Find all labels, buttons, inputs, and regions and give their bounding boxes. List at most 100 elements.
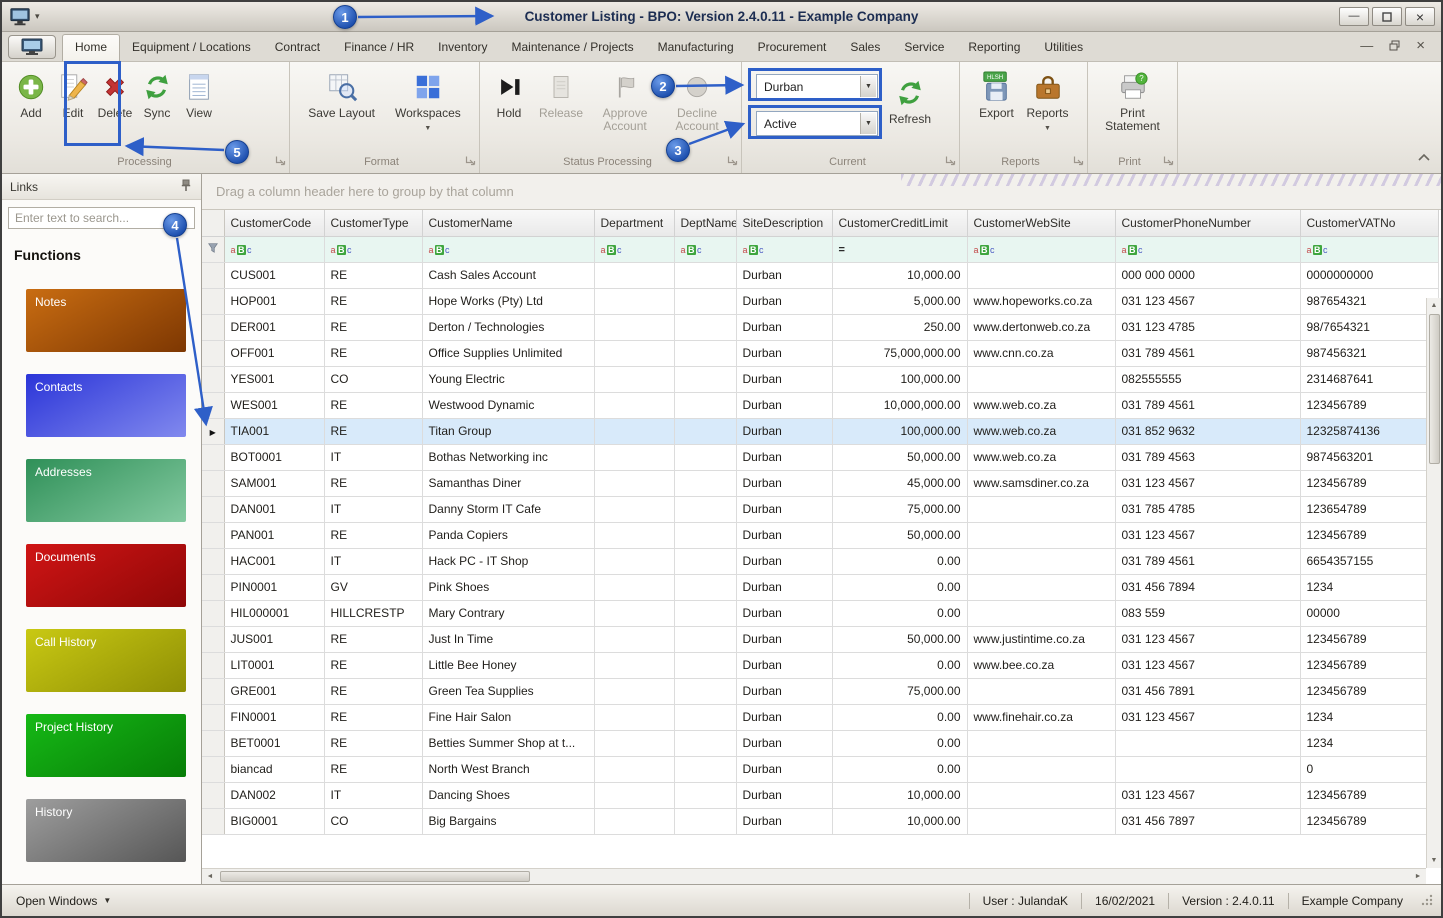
cell-customername[interactable]: Westwood Dynamic [422, 392, 595, 419]
table-row[interactable]: DER001 RE Derton / Technologies Durban 250.0… [202, 314, 1439, 341]
cell-customercode[interactable]: GRE001 [224, 678, 325, 705]
cell-customervatno[interactable]: 1234 [1300, 730, 1439, 757]
row-indicator[interactable] [202, 782, 225, 809]
cell-deptname[interactable] [674, 652, 737, 679]
table-row[interactable]: PAN001 RE Panda Copiers Durban 50,000.00 031 … [202, 522, 1439, 549]
cell-customercode[interactable]: BIG0001 [224, 808, 325, 835]
cell-customervatno[interactable]: 9874563201 [1300, 444, 1439, 471]
cell-customervatno[interactable]: 0000000000 [1300, 262, 1439, 289]
cell-sitedescription[interactable]: Durban [736, 678, 833, 705]
row-indicator[interactable] [202, 600, 225, 627]
mdi-minimize-icon[interactable]: — [1360, 39, 1373, 52]
application-menu-button[interactable] [8, 35, 56, 59]
cell-customerwebsite[interactable]: www.cnn.co.za [967, 340, 1116, 367]
add-button[interactable]: Add [10, 65, 52, 123]
cell-customerphonenumber[interactable]: 031 456 7894 [1115, 574, 1301, 601]
cell-customername[interactable]: Titan Group [422, 418, 595, 445]
table-row[interactable]: OFF001 RE Office Supplies Unlimited Durban 7… [202, 340, 1439, 367]
cell-customervatno[interactable]: 123654789 [1300, 496, 1439, 523]
table-row[interactable]: BIG0001 CO Big Bargains Durban 10,000.00 031 … [202, 808, 1439, 835]
cell-deptname[interactable] [674, 808, 737, 835]
collapse-ribbon-icon[interactable] [1417, 149, 1431, 167]
tab-maintenance-projects[interactable]: Maintenance / Projects [500, 34, 646, 61]
row-indicator[interactable] [202, 548, 225, 575]
cell-customertype[interactable]: RE [324, 314, 423, 341]
cell-customername[interactable]: Bothas Networking inc [422, 444, 595, 471]
cell-customername[interactable]: Just In Time [422, 626, 595, 653]
cell-customercreditlimit[interactable]: 250.00 [832, 314, 968, 341]
cell-department[interactable] [594, 262, 675, 289]
row-indicator[interactable] [202, 340, 225, 367]
cell-deptname[interactable] [674, 678, 737, 705]
hold-button[interactable]: Hold [488, 65, 530, 123]
cell-deptname[interactable] [674, 574, 737, 601]
cell-customercreditlimit[interactable]: 0.00 [832, 756, 968, 783]
workspaces-button[interactable]: Workspaces ▼ [392, 65, 464, 138]
row-indicator[interactable] [202, 808, 225, 835]
cell-department[interactable] [594, 574, 675, 601]
cell-customerphonenumber[interactable]: 031 123 4567 [1115, 470, 1301, 497]
cell-customername[interactable]: Betties Summer Shop at t... [422, 730, 595, 757]
cell-customerwebsite[interactable]: www.hopeworks.co.za [967, 288, 1116, 315]
cell-customervatno[interactable]: 123456789 [1300, 522, 1439, 549]
cell-sitedescription[interactable]: Durban [736, 314, 833, 341]
tab-reporting[interactable]: Reporting [956, 34, 1032, 61]
tab-sales[interactable]: Sales [838, 34, 892, 61]
cell-customername[interactable]: Hope Works (Pty) Ltd [422, 288, 595, 315]
sync-button[interactable]: Sync [136, 65, 178, 123]
table-row[interactable]: LIT0001 RE Little Bee Honey Durban 0.00 www.b… [202, 652, 1439, 679]
table-row[interactable]: BET0001 RE Betties Summer Shop at t... Durb… [202, 730, 1439, 757]
cell-customername[interactable]: Danny Storm IT Cafe [422, 496, 595, 523]
cell-customerphonenumber[interactable]: 031 123 4567 [1115, 522, 1301, 549]
cell-department[interactable] [594, 678, 675, 705]
mdi-close-icon[interactable]: × [1416, 38, 1425, 53]
cell-customername[interactable]: Cash Sales Account [422, 262, 595, 289]
cell-department[interactable] [594, 366, 675, 393]
resize-grip[interactable] [1420, 893, 1433, 909]
cell-customertype[interactable]: IT [324, 496, 423, 523]
cell-customerwebsite[interactable] [967, 574, 1116, 601]
cell-deptname[interactable] [674, 600, 737, 627]
open-windows-button[interactable]: Open Windows ▼ [10, 892, 117, 910]
cell-customercode[interactable]: YES001 [224, 366, 325, 393]
column-header-deptname[interactable]: DeptName [674, 210, 737, 237]
table-row[interactable]: YES001 CO Young Electric Durban 100,000.00 08… [202, 366, 1439, 393]
filter-cell-customercode[interactable]: aBc [224, 236, 325, 263]
cell-department[interactable] [594, 340, 675, 367]
cell-customervatno[interactable]: 0 [1300, 756, 1439, 783]
vertical-scroll-thumb[interactable] [1428, 314, 1440, 464]
cell-sitedescription[interactable]: Durban [736, 626, 833, 653]
pin-icon[interactable] [179, 178, 193, 195]
filter-cell-deptname[interactable]: aBc [674, 236, 737, 263]
row-indicator[interactable] [202, 262, 225, 289]
tab-home[interactable]: Home [62, 34, 121, 61]
cell-customercode[interactable]: SAM001 [224, 470, 325, 497]
decline-account-button[interactable]: Decline Account [664, 65, 730, 136]
cell-customerphonenumber[interactable]: 083 559 [1115, 600, 1301, 627]
cell-customertype[interactable]: RE [324, 704, 423, 731]
table-row[interactable]: DAN002 IT Dancing Shoes Durban 10,000.00 031 … [202, 782, 1439, 809]
cell-customertype[interactable]: RE [324, 288, 423, 315]
tab-procurement[interactable]: Procurement [746, 34, 839, 61]
cell-customercreditlimit[interactable]: 10,000.00 [832, 262, 968, 289]
scroll-right-icon[interactable]: ► [1410, 873, 1426, 880]
cell-sitedescription[interactable]: Durban [736, 444, 833, 471]
cell-customercode[interactable]: HIL000001 [224, 600, 325, 627]
row-indicator[interactable] [202, 678, 225, 705]
cell-customertype[interactable]: RE [324, 340, 423, 367]
cell-sitedescription[interactable]: Durban [736, 262, 833, 289]
cell-customerwebsite[interactable] [967, 678, 1116, 705]
cell-customervatno[interactable]: 123456789 [1300, 470, 1439, 497]
cell-customerwebsite[interactable] [967, 730, 1116, 757]
cell-customercreditlimit[interactable]: 50,000.00 [832, 444, 968, 471]
filter-cell-customername[interactable]: aBc [422, 236, 595, 263]
cell-deptname[interactable] [674, 262, 737, 289]
maximize-button[interactable] [1372, 7, 1402, 26]
cell-customertype[interactable]: RE [324, 756, 423, 783]
dialog-launcher-icon[interactable] [465, 155, 476, 169]
column-header-department[interactable]: Department [594, 210, 675, 237]
cell-customerphonenumber[interactable]: 031 123 4567 [1115, 652, 1301, 679]
tab-inventory[interactable]: Inventory [426, 34, 499, 61]
cell-customercreditlimit[interactable]: 0.00 [832, 652, 968, 679]
cell-customervatno[interactable]: 123456789 [1300, 392, 1439, 419]
